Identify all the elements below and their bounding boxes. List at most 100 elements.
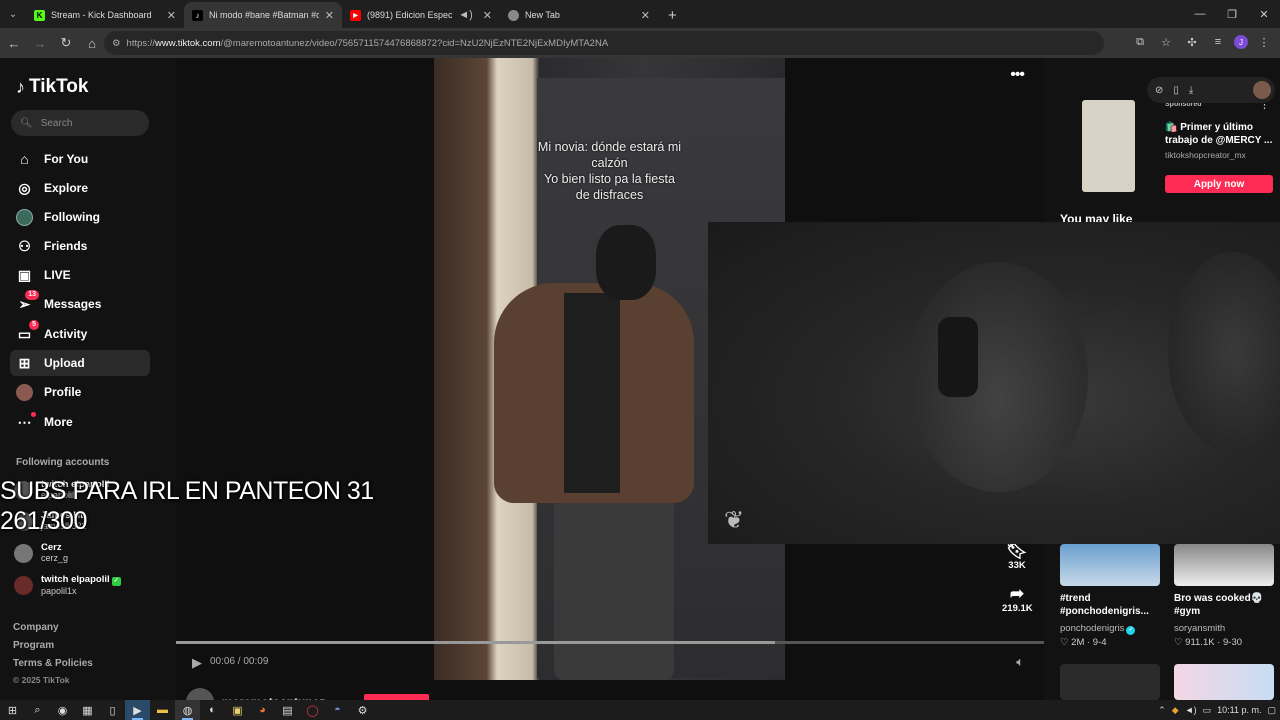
device-icon[interactable]: ▯	[1173, 85, 1179, 96]
firefox-icon[interactable]: ◕	[250, 700, 275, 720]
tiktok-logo[interactable]: ♪ TikTok	[16, 76, 88, 98]
sponsored-card[interactable]: Sponsored ⋮ 🛍️ Primer y último trabajo d…	[1058, 98, 1276, 198]
minimize-icon[interactable]: —	[1184, 0, 1216, 28]
youtube-icon: ▶	[350, 9, 361, 21]
forward-icon[interactable]: →	[28, 31, 52, 55]
discord-icon[interactable]: ◓	[325, 700, 350, 720]
tiktok-sidebar: ♪ TikTok 🔍︎ Search ⌂ For You ◎ Explore Fol…	[0, 58, 176, 700]
tab-youtube[interactable]: ▶ (9891) Edicion Especial - El ◄) ✕	[342, 2, 500, 28]
tab-search-button[interactable]: ⌄	[0, 0, 26, 28]
opera-icon[interactable]: ◯	[300, 700, 325, 720]
video-handle[interactable]: soryansmith	[1174, 623, 1225, 634]
video-thumbnail[interactable]	[1060, 664, 1160, 700]
avatar[interactable]	[1253, 81, 1271, 99]
audio-icon[interactable]: ◄)	[458, 9, 473, 21]
cast-icon[interactable]: ⧉	[1130, 31, 1150, 53]
close-icon[interactable]: ✕	[325, 9, 334, 22]
sidebar-item-label: For You	[44, 152, 89, 166]
settings-icon[interactable]: ⚙	[350, 700, 375, 720]
following-avatar-icon	[16, 208, 33, 226]
extensions-icon[interactable]: ✣	[1182, 31, 1202, 53]
sidebar-item-upload[interactable]: ⊞ Upload	[10, 350, 150, 376]
sidebar-item-messages[interactable]: ➢ 13 Messages	[10, 289, 150, 317]
bookmark-star-icon[interactable]: ☆	[1156, 31, 1176, 53]
sidebar-item-label: Activity	[44, 327, 88, 341]
ad-title[interactable]: 🛍️ Primer y último trabajo de @MERCY ...	[1165, 121, 1275, 147]
video-scene-shirt	[564, 293, 620, 493]
save-count: 33K	[1008, 560, 1026, 571]
file-explorer-icon[interactable]: ▬	[150, 700, 175, 720]
video-thumbnail[interactable]	[1174, 664, 1274, 700]
download-icon[interactable]: ⤓	[1189, 85, 1193, 96]
site-info-icon[interactable]: ⚙	[112, 38, 121, 49]
volume-icon[interactable]: ◄)	[1185, 705, 1197, 715]
messages-icon: ➢ 13	[16, 289, 39, 313]
close-icon[interactable]: ✕	[483, 9, 492, 22]
save-button[interactable]: 🔖︎ 33K	[1002, 542, 1032, 572]
sidebar-item-for-you[interactable]: ⌂ For You	[10, 146, 150, 172]
apply-now-button[interactable]: Apply now	[1165, 175, 1273, 193]
video-progress-bar[interactable]	[176, 641, 1044, 644]
notifications-icon[interactable]: ▢	[1267, 705, 1276, 716]
share-icon: ➦	[1009, 584, 1025, 603]
steam-icon[interactable]: ◉	[50, 700, 75, 720]
terminal-icon[interactable]: ▤	[275, 700, 300, 720]
file-icon[interactable]: ▯	[100, 700, 125, 720]
volume-icon[interactable]: 🔈︎	[1016, 654, 1024, 670]
tab-kick[interactable]: K Stream - Kick Dashboard ✕	[26, 2, 184, 28]
tab-tiktok[interactable]: ♪ Ni modo #bane #Batman #disf ✕	[184, 2, 342, 28]
tray-app-icon[interactable]: ◆	[1172, 705, 1179, 716]
video-handle[interactable]: ponchodenigris ✓	[1060, 623, 1136, 635]
restore-icon[interactable]: ❐	[1216, 0, 1248, 28]
footer-terms-link[interactable]: Terms & Policies	[13, 658, 93, 669]
search-icon[interactable]: ⌕	[25, 700, 50, 720]
media-controls-icon[interactable]: ≡	[1208, 31, 1228, 53]
webcam-person	[908, 262, 1088, 492]
clock[interactable]: 10:11 p. m.	[1217, 705, 1261, 715]
address-bar[interactable]: ⚙ https://www.tiktok.com/@maremotoantune…	[104, 31, 1104, 55]
ad-handle[interactable]: tiktokshopcreator_mx	[1165, 150, 1246, 160]
video-thumbnail[interactable]	[1060, 544, 1160, 586]
home-icon[interactable]: ⌂	[80, 31, 104, 55]
browser-menu-icon[interactable]: ⋮	[1254, 31, 1274, 53]
calendar-app-icon[interactable]: ▦	[75, 700, 100, 720]
obs-icon[interactable]: ◐	[200, 700, 225, 720]
windows-start-icon[interactable]: ⊞	[0, 700, 25, 720]
tray-overflow-icon[interactable]: ⌃	[1158, 705, 1166, 716]
video-title[interactable]: Bro was cooked💀 #gym	[1174, 592, 1278, 618]
search-input[interactable]: 🔍︎ Search	[11, 110, 149, 136]
close-window-icon[interactable]: ✕	[1248, 0, 1280, 28]
close-icon[interactable]: ✕	[167, 9, 176, 22]
footer-company-link[interactable]: Company	[13, 622, 59, 633]
sidebar-item-activity[interactable]: ▭ 5 Activity	[10, 319, 150, 347]
media-app-icon[interactable]: ▶	[125, 700, 150, 720]
more-options-icon[interactable]: •••	[1010, 66, 1025, 84]
video-title[interactable]: #trend #ponchodenigris...	[1060, 592, 1164, 618]
play-icon[interactable]: ▶	[192, 655, 202, 671]
sidebar-item-more[interactable]: ⋯ More	[10, 409, 150, 435]
video-time: 00:06 / 00:09	[210, 656, 269, 667]
back-icon[interactable]: ←	[2, 31, 26, 55]
close-icon[interactable]: ✕	[641, 9, 650, 22]
sidebar-item-live[interactable]: ▣ LIVE	[10, 262, 150, 288]
footer-program-link[interactable]: Program	[13, 640, 54, 651]
sidebar-item-explore[interactable]: ◎ Explore	[10, 175, 150, 201]
new-tab-button[interactable]: +	[658, 2, 687, 28]
sidebar-item-profile[interactable]: Profile	[10, 379, 150, 405]
reload-icon[interactable]: ↻	[54, 31, 78, 55]
sidebar-item-following[interactable]: Following	[10, 204, 150, 230]
chrome-icon[interactable]: ◍	[175, 700, 200, 720]
avatar	[14, 576, 33, 595]
following-account[interactable]: Cerz cerz_g	[14, 542, 68, 564]
following-account[interactable]: twitch elpapolil ✓ papolil1x	[14, 574, 121, 597]
ad-thumbnail[interactable]	[1082, 100, 1135, 192]
profile-avatar[interactable]: J	[1234, 35, 1248, 49]
sidebar-item-friends[interactable]: ⚇ Friends	[10, 233, 150, 259]
notes-icon[interactable]: ▣	[225, 700, 250, 720]
share-button[interactable]: ➦ 219.1K	[1002, 584, 1033, 615]
network-icon[interactable]: ▭	[1203, 705, 1212, 716]
coins-icon[interactable]: ⊘	[1155, 85, 1163, 96]
video-thumbnail[interactable]	[1174, 544, 1274, 586]
tab-newtab[interactable]: New Tab ✕	[500, 2, 658, 28]
verified-icon: ✓	[111, 577, 121, 586]
